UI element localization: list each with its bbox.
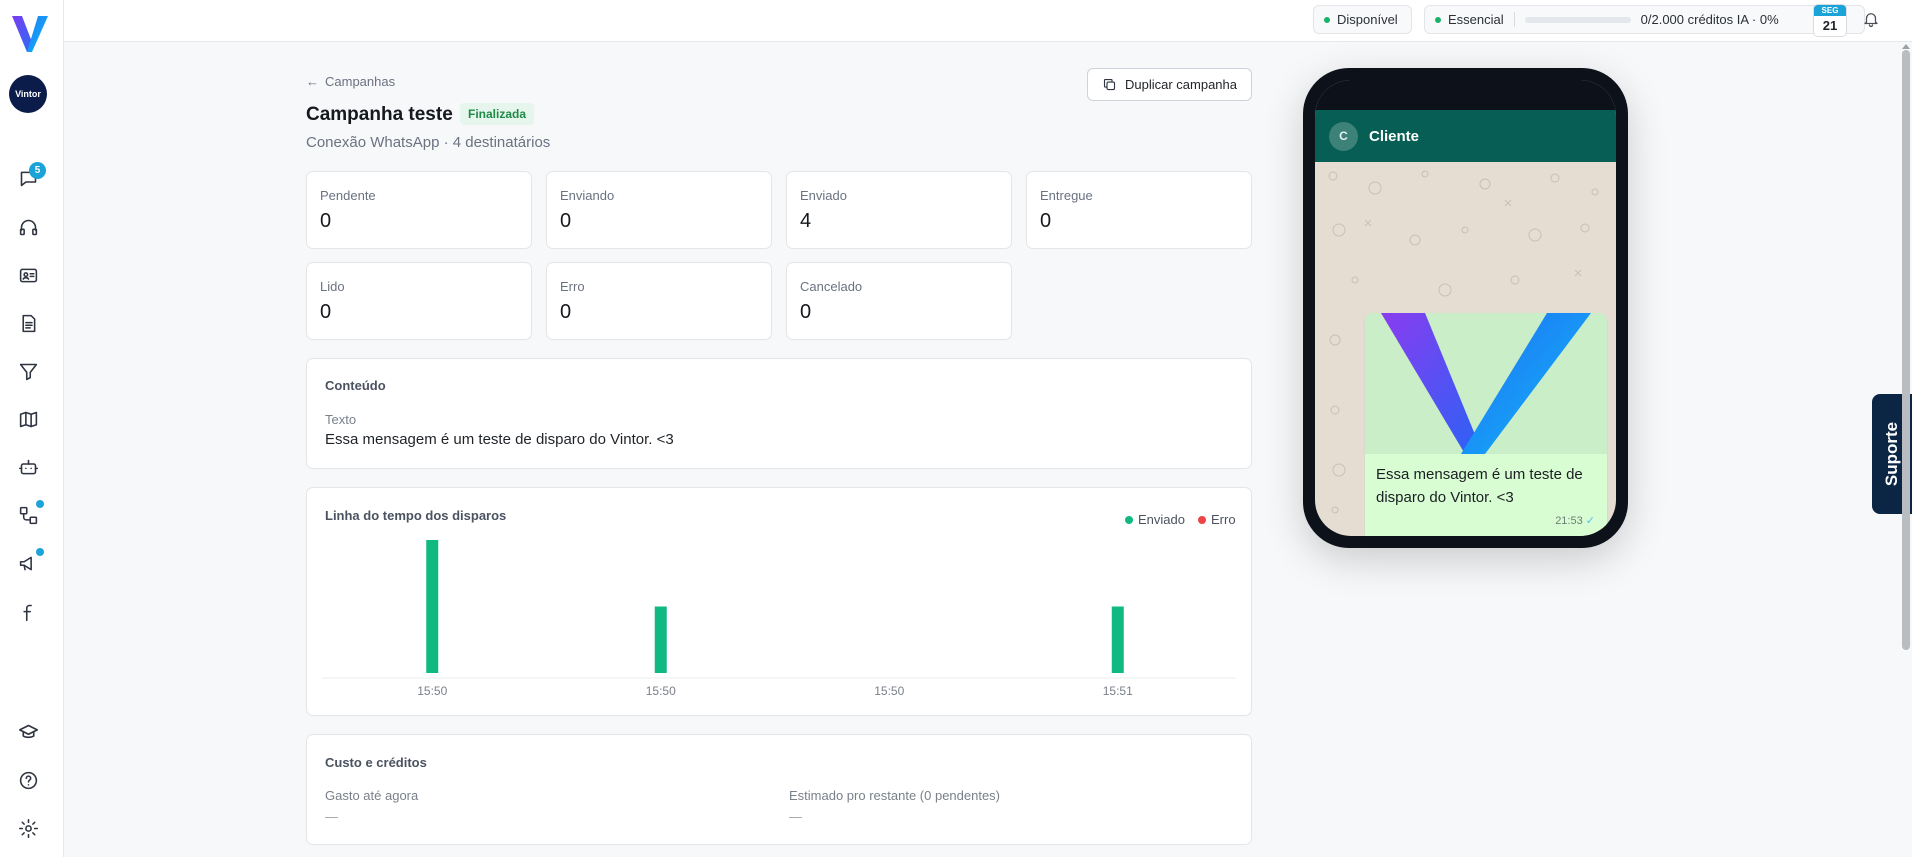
- stat-label: Erro: [560, 279, 585, 294]
- headset-icon[interactable]: [16, 215, 40, 239]
- topbar: Disponível Essencial 0/2.000 créditos IA…: [64, 0, 1912, 42]
- stat-value: 0: [560, 210, 572, 232]
- chat-badge: 5: [29, 162, 46, 179]
- stat-card-enviado: Enviado 4: [786, 171, 1012, 249]
- phone-preview: C Cliente Essa mensagem é um teste de di…: [1303, 68, 1628, 548]
- stat-card-entregue: Entregue 0: [1026, 171, 1252, 249]
- date-day: 21: [1822, 18, 1838, 33]
- back-label: Campanhas: [325, 74, 396, 89]
- check-icon: ✓: [1585, 515, 1595, 527]
- date-badge[interactable]: SEG 21: [1813, 4, 1847, 37]
- bar-enviado: [426, 540, 439, 673]
- message-image: [1365, 313, 1607, 454]
- copy-icon: [1103, 78, 1116, 91]
- duplicate-campaign-button[interactable]: Duplicar campanha: [1087, 68, 1252, 101]
- credits-label: 0/2.000 créditos IA · 0%: [1640, 12, 1779, 27]
- timeline-chart: 15:50 15:50 15:50 15:51: [322, 540, 1236, 698]
- document-icon[interactable]: [16, 311, 40, 335]
- bubble-text: Essa mensagem é um teste de disparo do V…: [1376, 466, 1583, 506]
- stat-card-cancelado: Cancelado 0: [786, 262, 1012, 340]
- duplicate-label: Duplicar campanha: [1124, 77, 1237, 92]
- plan-credits-pill[interactable]: Essencial 0/2.000 créditos IA · 0%: [1424, 5, 1865, 34]
- map-icon[interactable]: [16, 407, 40, 431]
- stat-label: Enviado: [800, 188, 847, 203]
- filter-icon[interactable]: [16, 359, 40, 383]
- scrollbar[interactable]: [1900, 42, 1912, 857]
- workflow-dot: [36, 500, 44, 508]
- stat-value: 4: [800, 210, 812, 232]
- graduation-cap-icon[interactable]: [16, 720, 40, 744]
- estimated-value: —: [789, 809, 802, 824]
- stat-value: 0: [560, 301, 572, 323]
- stat-label: Pendente: [320, 188, 376, 203]
- bell-icon[interactable]: [1862, 10, 1882, 30]
- facebook-icon[interactable]: [16, 600, 40, 624]
- x-tick-label: 15:50: [874, 684, 904, 698]
- help-icon[interactable]: [16, 768, 40, 792]
- stat-label: Entregue: [1040, 188, 1093, 203]
- bar-enviado: [654, 606, 667, 673]
- stat-value: 0: [1040, 210, 1052, 232]
- section-title: Custo e créditos: [325, 755, 427, 770]
- stat-card-erro: Erro 0: [546, 262, 772, 340]
- vintor-logo-image: [1381, 313, 1591, 454]
- message-bubble: Essa mensagem é um teste de disparo do V…: [1365, 313, 1607, 536]
- phone-notch: [1315, 80, 1616, 110]
- message-time: 21:53 ✓: [1555, 514, 1595, 527]
- page-subtitle: Conexão WhatsApp · 4 destinatários: [306, 134, 551, 151]
- scrollbar-thumb[interactable]: [1902, 50, 1910, 650]
- estimated-label: Estimado pro restante (0 pendentes): [789, 788, 1001, 803]
- costs-card: Custo e créditos Gasto até agora — Estim…: [306, 734, 1252, 845]
- date-weekday: SEG: [1814, 5, 1846, 16]
- availability-dot: [1324, 16, 1330, 23]
- timeline-card: Linha do tempo dos disparos Enviado Erro…: [306, 487, 1252, 716]
- chat-header: C Cliente: [1315, 110, 1616, 162]
- stat-value: 0: [320, 210, 332, 232]
- bar-enviado: [1111, 606, 1124, 673]
- support-label: Suporte: [1882, 421, 1902, 487]
- x-tick-label: 15:50: [646, 684, 676, 698]
- megaphone-dot: [36, 548, 44, 556]
- gear-icon[interactable]: [16, 816, 40, 840]
- back-link[interactable]: ← Campanhas: [306, 74, 395, 89]
- plan-dot: [1435, 16, 1441, 23]
- stat-label: Lido: [320, 279, 345, 294]
- content-card: Conteúdo Texto Essa mensagem é um teste …: [306, 358, 1252, 469]
- stat-label: Cancelado: [800, 279, 863, 294]
- x-tick-label: 15:50: [417, 684, 447, 698]
- scroll-up-arrow[interactable]: [1902, 44, 1910, 49]
- credits-progress-bar: [1524, 16, 1631, 23]
- availability-pill[interactable]: Disponível: [1313, 5, 1412, 34]
- status-badge: Finalizada: [460, 103, 535, 125]
- message-text: Essa mensagem é um teste de disparo do V…: [325, 431, 674, 448]
- vintor-logo[interactable]: [10, 12, 50, 54]
- stat-label: Enviando: [560, 188, 615, 203]
- page-title: Campanha teste: [306, 104, 453, 125]
- time-label: 21:53: [1555, 515, 1583, 527]
- x-tick-label: 15:51: [1103, 684, 1133, 698]
- plan-label: Essencial: [1448, 12, 1504, 27]
- availability-label: Disponível: [1337, 12, 1398, 27]
- sidebar: Vintor 5: [0, 0, 64, 857]
- arrow-left-icon: ←: [306, 74, 319, 89]
- divider: [1513, 12, 1515, 27]
- bot-icon[interactable]: [16, 455, 40, 479]
- contact-card-icon[interactable]: [16, 263, 40, 287]
- stat-value: 0: [800, 301, 812, 323]
- stat-card-lido: Lido 0: [306, 262, 532, 340]
- section-title: Conteúdo: [325, 378, 386, 393]
- field-label: Texto: [325, 412, 357, 427]
- spent-label: Gasto até agora: [325, 788, 419, 803]
- stat-value: 0: [320, 301, 332, 323]
- phone-screen: C Cliente Essa mensagem é um teste de di…: [1315, 80, 1616, 536]
- stat-card-enviando: Enviando 0: [546, 171, 772, 249]
- avatar[interactable]: Vintor: [9, 75, 47, 113]
- contact-avatar: C: [1329, 121, 1358, 151]
- stat-card-pendente: Pendente 0: [306, 171, 532, 249]
- spent-value: —: [325, 809, 338, 824]
- contact-name: Cliente: [1369, 127, 1420, 145]
- avatar-text: Vintor: [15, 89, 41, 99]
